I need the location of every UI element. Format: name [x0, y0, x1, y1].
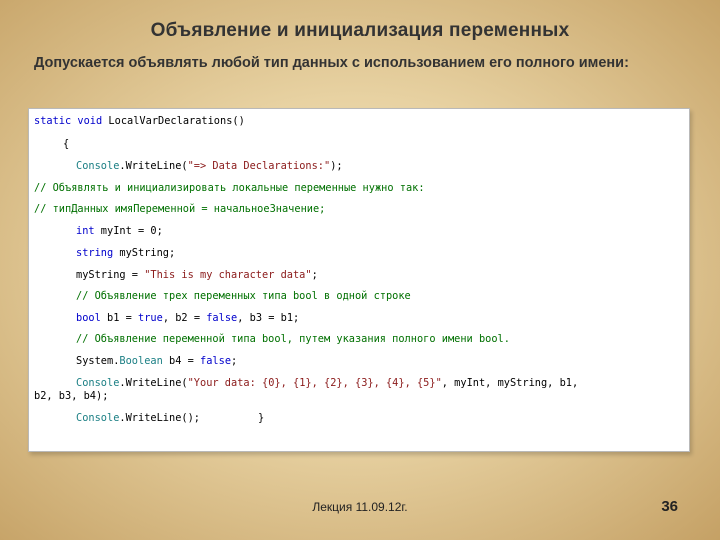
code-text: myInt = 0;: [94, 225, 163, 237]
code-comment: // Объявление трех переменных типа bool …: [76, 290, 411, 302]
code-keyword: false: [206, 312, 238, 324]
code-text: , myInt, myString, b1,: [441, 377, 579, 389]
code-keyword: false: [200, 355, 232, 367]
code-text: ;: [311, 269, 318, 281]
code-line-int-decl: int myInt = 0;: [76, 225, 163, 237]
code-keyword: bool: [76, 312, 101, 324]
code-keyword: true: [138, 312, 163, 324]
code-line-method-signature: static void LocalVarDeclarations(): [34, 115, 245, 127]
code-keyword: static: [34, 115, 72, 127]
code-line-writeline-data: Console.WriteLine("Your data: {0}, {1}, …: [76, 377, 578, 389]
slide-title: Объявление и инициализация переменных: [150, 20, 570, 41]
code-keyword: int: [76, 225, 95, 237]
code-keyword: string: [76, 247, 114, 259]
code-text: .WriteLine(: [119, 160, 188, 172]
slide-subtitle: Допускается объявлять любой тип данных с…: [34, 55, 629, 71]
code-comment: // Объявление переменной типа bool, путе…: [76, 333, 510, 345]
code-line-writeline-empty: Console.WriteLine();: [76, 412, 200, 424]
code-class: Console: [76, 160, 120, 172]
code-class: Console: [76, 377, 120, 389]
code-text: , b3 = b1;: [237, 312, 300, 324]
code-text: b4 =: [162, 355, 201, 367]
code-line-bool-decl: bool b1 = true, b2 = false, b3 = b1;: [76, 312, 299, 324]
code-class: Console: [76, 412, 120, 424]
code-text: LocalVarDeclarations(): [108, 115, 245, 127]
code-keyword: void: [77, 115, 103, 127]
code-comment: // типДанных имяПеременной = начальноеЗн…: [34, 203, 326, 215]
code-text: b1 =: [100, 312, 139, 324]
code-listing: static void LocalVarDeclarations() { Con…: [28, 108, 690, 452]
code-line-boolean-decl: System.Boolean b4 = false;: [76, 355, 237, 367]
code-string: "This is my character data": [144, 269, 312, 281]
code-string: "=> Data Declarations:": [187, 160, 331, 172]
code-line-string-assign: myString = "This is my character data";: [76, 269, 318, 281]
code-line-open-brace: {: [63, 138, 70, 150]
code-text: , b2 =: [162, 312, 207, 324]
code-text: );: [330, 160, 343, 172]
code-close-brace: }: [258, 412, 265, 424]
code-line-continuation: b2, b3, b4);: [34, 390, 109, 402]
page-number: 36: [661, 498, 678, 515]
code-text: myString;: [113, 247, 176, 259]
code-text: .WriteLine();: [119, 412, 200, 424]
code-line-string-decl: string myString;: [76, 247, 175, 259]
code-text: .WriteLine(: [119, 377, 188, 389]
code-class: Boolean: [119, 355, 163, 367]
code-line-writeline-header: Console.WriteLine("=> Data Declarations:…: [76, 160, 343, 172]
slide-footer: Лекция 11.09.12г.: [312, 500, 408, 514]
code-text: ;: [231, 355, 238, 367]
code-text: System.: [76, 355, 120, 367]
code-comment: // Объявлять и инициализировать локальны…: [34, 182, 425, 194]
code-string: "Your data: {0}, {1}, {2}, {3}, {4}, {5}…: [187, 377, 442, 389]
code-text: myString =: [76, 269, 145, 281]
